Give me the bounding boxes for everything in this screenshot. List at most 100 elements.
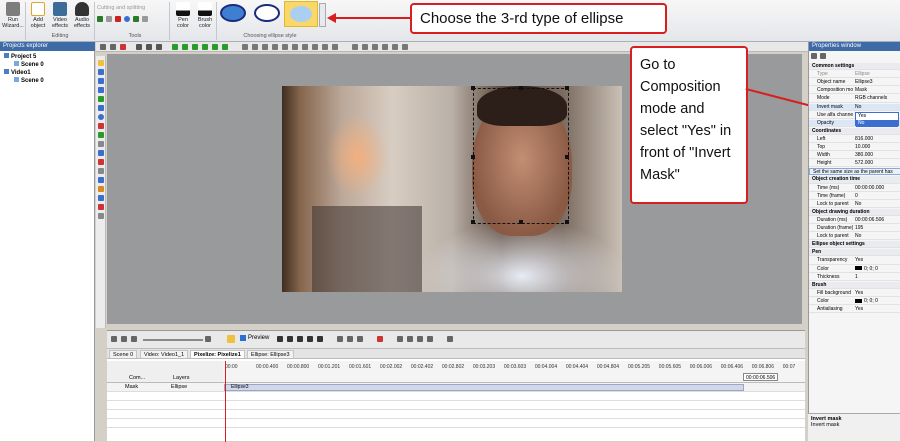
tree-item-scene[interactable]: Scene 0 xyxy=(14,61,44,68)
tab-pixelize[interactable]: Pixelize: Pixelize1 xyxy=(190,350,245,358)
property-value[interactable]: 0 xyxy=(855,193,899,200)
play-icon[interactable] xyxy=(297,336,303,342)
resize-handle[interactable] xyxy=(565,155,569,159)
property-row[interactable]: Color 0; 0; 0 xyxy=(809,298,900,306)
property-value[interactable]: No xyxy=(855,104,899,111)
playhead[interactable] xyxy=(225,361,226,442)
property-value[interactable]: Yes xyxy=(855,257,899,264)
resize-handle[interactable] xyxy=(565,220,569,224)
ellipse-style-1[interactable] xyxy=(220,4,246,22)
audio-effects-button[interactable]: Audio effects xyxy=(71,2,93,32)
property-value[interactable]: Ellipse3 xyxy=(855,79,899,86)
step-forward-icon[interactable] xyxy=(307,336,313,342)
tool-icon[interactable] xyxy=(156,44,162,50)
tool-icon[interactable] xyxy=(372,44,378,50)
property-row[interactable]: Composition modeMask xyxy=(809,87,900,95)
run-wizard-button[interactable]: Run Wizard... xyxy=(2,2,24,32)
property-row[interactable]: Mode RGB channels xyxy=(809,95,900,103)
tool-icon[interactable] xyxy=(282,44,288,50)
tool-icon[interactable] xyxy=(357,336,363,342)
tool-icon[interactable] xyxy=(352,44,358,50)
tool-icon[interactable] xyxy=(322,44,328,50)
property-row[interactable]: Antialiasing Yes xyxy=(809,306,900,314)
property-value[interactable]: 1 xyxy=(855,274,899,281)
invert-mask-dropdown[interactable]: Yes No xyxy=(855,112,899,127)
tool-icon[interactable] xyxy=(98,195,104,201)
arrow-up-icon[interactable] xyxy=(192,44,198,50)
pointer-icon[interactable] xyxy=(98,60,104,66)
tool-icon[interactable] xyxy=(98,105,104,111)
tool-icon[interactable] xyxy=(98,177,104,183)
pen-color-button[interactable]: Pen color xyxy=(172,2,194,32)
property-row[interactable]: Lock to parent No xyxy=(809,233,900,241)
property-value[interactable]: 380.000 xyxy=(855,152,899,159)
rewind-icon[interactable] xyxy=(277,336,283,342)
property-value[interactable]: RGB channels xyxy=(855,95,899,102)
property-value[interactable]: 0; 0; 0 xyxy=(855,298,899,305)
tree-item-project[interactable]: Project 5 xyxy=(4,53,36,60)
resize-handle[interactable] xyxy=(519,86,523,90)
tab-ellipse[interactable]: Ellipse: Ellipse3 xyxy=(247,350,294,358)
tool-icon[interactable] xyxy=(133,16,139,22)
tool-icon[interactable] xyxy=(142,16,148,22)
zoom-in-icon[interactable] xyxy=(111,336,117,342)
tool-icon[interactable] xyxy=(332,44,338,50)
tool-icon[interactable] xyxy=(252,44,258,50)
arrow-left-icon[interactable] xyxy=(212,44,218,50)
property-row[interactable]: Time (ms) 00:00:00.000 xyxy=(809,185,900,192)
tool-icon[interactable] xyxy=(272,44,278,50)
add-object-button[interactable]: Add object xyxy=(27,2,49,32)
property-row[interactable]: Invert mask No xyxy=(809,103,900,111)
tool-icon[interactable] xyxy=(98,132,104,138)
alphabetical-icon[interactable] xyxy=(820,53,826,59)
tool-icon[interactable] xyxy=(98,87,104,93)
tool-icon[interactable] xyxy=(347,336,353,342)
tool-icon[interactable] xyxy=(136,44,142,50)
resize-handle[interactable] xyxy=(471,220,475,224)
brush-color-button[interactable]: Brush color xyxy=(194,2,216,32)
property-value[interactable]: 10.000 xyxy=(855,144,899,151)
cutting-splitting-button[interactable]: Cutting and splitting xyxy=(97,5,145,11)
property-row[interactable]: Left 816.000 xyxy=(809,136,900,144)
property-row[interactable]: Type Ellipse xyxy=(809,71,900,79)
property-row[interactable]: Thickness 1 xyxy=(809,274,900,281)
time-ruler[interactable]: 00:00:06.506 00:00 00:00.400 00:00.800 00:0… xyxy=(223,361,805,383)
tool-icon[interactable] xyxy=(110,44,116,50)
play-icon[interactable] xyxy=(240,335,246,341)
zoom-slider[interactable] xyxy=(143,339,203,341)
tool-icon[interactable] xyxy=(146,44,152,50)
video-frame[interactable] xyxy=(282,86,622,292)
tool-icon[interactable] xyxy=(98,159,104,165)
track-row[interactable]: Mask Ellipse Ellipse3 xyxy=(107,383,805,392)
property-row[interactable]: Duration (frame) 195 xyxy=(809,225,900,233)
property-row[interactable]: Color 0; 0; 0 xyxy=(809,266,900,273)
tool-icon[interactable] xyxy=(242,44,248,50)
tool-icon[interactable] xyxy=(98,123,104,129)
tool-icon[interactable] xyxy=(397,336,403,342)
tab-scene[interactable]: Scene 0 xyxy=(109,350,138,358)
property-row[interactable]: Lock to parent No xyxy=(809,201,900,208)
dropdown-option-yes[interactable]: Yes xyxy=(856,113,898,120)
property-value[interactable]: 0; 0; 0 xyxy=(855,266,899,273)
property-row[interactable]: Time (frame) 0 xyxy=(809,193,900,200)
timeline-clip[interactable]: Ellipse3 xyxy=(224,384,744,391)
property-value[interactable]: Ellipse xyxy=(855,71,899,78)
arrow-right-icon[interactable] xyxy=(222,44,228,50)
property-value[interactable]: No xyxy=(855,233,899,240)
sort-icon[interactable] xyxy=(811,53,817,59)
property-row[interactable]: Width 380.000 xyxy=(809,152,900,160)
arrow-down-icon[interactable] xyxy=(182,44,188,50)
tool-icon[interactable] xyxy=(98,96,104,102)
property-row[interactable]: Duration (ms) 00:00:06.506 xyxy=(809,217,900,225)
dropdown-option-no[interactable]: No xyxy=(856,120,898,127)
arrow-down-icon[interactable] xyxy=(202,44,208,50)
property-row[interactable]: Fill background Yes xyxy=(809,290,900,297)
resize-handle[interactable] xyxy=(565,86,569,90)
resize-handle[interactable] xyxy=(471,155,475,159)
tool-icon[interactable] xyxy=(312,44,318,50)
property-row[interactable]: Set the same size as the parent has xyxy=(809,168,900,176)
arrow-up-icon[interactable] xyxy=(172,44,178,50)
tool-icon[interactable] xyxy=(402,44,408,50)
zoom-out-icon[interactable] xyxy=(121,336,127,342)
zoom-reset-icon[interactable] xyxy=(205,336,211,342)
